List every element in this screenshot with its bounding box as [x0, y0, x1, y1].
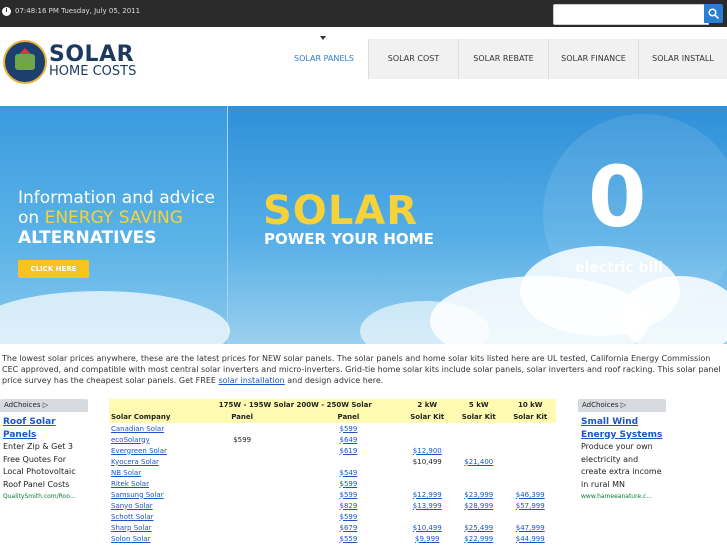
ad-right: AdChoices ▷ Small Wind Energy Systems Pr…: [578, 399, 666, 545]
adchoices-label[interactable]: AdChoices ▷: [0, 399, 88, 412]
price-link[interactable]: $599: [339, 491, 357, 499]
main-nav: SOLAR PANELS SOLAR COST SOLAR REBATE SOL…: [280, 36, 727, 79]
ad-url[interactable]: www.hameeanature.c...: [581, 491, 663, 504]
banner-line1: Information and advice: [18, 188, 215, 208]
price-link[interactable]: $599: [339, 425, 357, 433]
price-link[interactable]: $549: [339, 469, 357, 477]
intro-paragraph: The lowest solar prices anywhere, these …: [2, 354, 721, 385]
company-link[interactable]: Sanyo Solar: [111, 502, 153, 510]
price-value: $599: [233, 435, 252, 444]
clock-icon: [2, 7, 11, 16]
search-input[interactable]: [553, 4, 709, 25]
search-icon: [708, 8, 719, 19]
price-link[interactable]: $13,999: [413, 502, 442, 510]
table-row: NB Solar $549: [109, 467, 556, 478]
table-row: ecoSolargy $599 $649: [109, 434, 556, 445]
company-link[interactable]: Sharp Solar: [111, 524, 152, 532]
price-link[interactable]: $619: [339, 447, 357, 455]
cloud-shape: [360, 301, 490, 361]
ad-left: AdChoices ▷ Roof Solar Panels Enter Zip …: [0, 399, 88, 545]
logo-subtitle[interactable]: HOME COSTS: [49, 64, 136, 79]
company-link[interactable]: Ritek Solar: [111, 480, 149, 488]
company-link[interactable]: Canadian Solar: [111, 425, 164, 433]
table-row: Sanyo Solar $829 $13,999 $28,999 $57,999: [109, 500, 556, 511]
table-sub-header: Solar Company Panel Panel Solar Kit Sola…: [109, 411, 556, 423]
banner-solar-title: SOLAR: [263, 188, 419, 234]
price-link[interactable]: $559: [339, 535, 357, 543]
table-row: Canadian Solar $599: [109, 423, 556, 434]
price-link[interactable]: $829: [339, 502, 357, 510]
adchoices-label[interactable]: AdChoices ▷: [578, 399, 666, 412]
search-button[interactable]: [704, 4, 723, 23]
price-link[interactable]: $599: [339, 480, 357, 488]
company-link[interactable]: Solon Solar: [111, 535, 150, 543]
nav-solar-install[interactable]: SOLAR INSTALL: [638, 39, 727, 79]
ad-text: Enter Zip & Get 3 Free Quotes For Local …: [3, 442, 76, 489]
banner-line2: on ENERGY SAVING: [18, 208, 183, 228]
company-link[interactable]: ecoSolargy: [111, 436, 150, 444]
price-link[interactable]: $679: [339, 524, 357, 532]
company-link[interactable]: Evergreen Solar: [111, 447, 167, 455]
datetime-text: 07:48:16 PM Tuesday, July 05, 2011: [15, 7, 141, 15]
price-link[interactable]: $599: [339, 513, 357, 521]
price-link[interactable]: $12,999: [413, 491, 442, 499]
price-link[interactable]: $46,399: [516, 491, 545, 499]
company-link[interactable]: Samsung Solar: [111, 491, 164, 499]
price-link[interactable]: $28,999: [464, 502, 493, 510]
ad-title-link[interactable]: Small Wind Energy Systems: [581, 416, 663, 441]
nav-solar-cost[interactable]: SOLAR COST: [368, 39, 458, 79]
nav-solar-rebate[interactable]: SOLAR REBATE: [458, 39, 548, 79]
solar-installation-link[interactable]: solar installation: [219, 376, 285, 385]
price-link[interactable]: $25,499: [464, 524, 493, 532]
company-link[interactable]: Kyocera Solar: [111, 458, 159, 466]
price-link[interactable]: $23,999: [464, 491, 493, 499]
company-link[interactable]: Schott Solar: [111, 513, 154, 521]
nav-solar-finance[interactable]: SOLAR FINANCE: [548, 39, 638, 79]
price-link[interactable]: $47,999: [516, 524, 545, 532]
top-bar: 07:48:16 PM Tuesday, July 05, 2011: [0, 0, 727, 27]
price-value: $10,499: [412, 457, 442, 466]
nav-arrow-icon: [320, 36, 326, 40]
price-link[interactable]: $649: [339, 436, 357, 444]
table-row: Ritek Solar $599: [109, 478, 556, 489]
ad-url[interactable]: QualitySmith.com/Roo...: [3, 491, 85, 504]
table-row: Solon Solar $559 $9,999 $22,999 $44,999: [109, 533, 556, 544]
price-link[interactable]: $12,900: [413, 447, 442, 455]
table-row: Kyocera Solar $10,499 $21,400: [109, 456, 556, 467]
ad-text: Produce your own electricity and create …: [581, 442, 662, 489]
price-link[interactable]: $21,400: [464, 458, 493, 466]
banner-solar-subtitle: POWER YOUR HOME: [264, 230, 434, 248]
table-group-header: 175W - 195W Solar 200W - 250W Solar 2 kW…: [109, 399, 556, 411]
hero-banner: Information and advice on ENERGY SAVING …: [0, 106, 727, 371]
header: SOLAR HOME COSTS SOLAR PANELS SOLAR COST…: [0, 27, 727, 106]
banner-electric-bill: electric bill: [575, 260, 664, 276]
logo-icon[interactable]: [3, 40, 47, 84]
price-link[interactable]: $10,499: [413, 524, 442, 532]
price-link[interactable]: $44,999: [516, 535, 545, 543]
table-row: Samsung Solar $599 $12,999 $23,999 $46,399: [109, 489, 556, 500]
banner-left-panel: Information and advice on ENERGY SAVING …: [0, 106, 230, 371]
table-row: Sharp Solar $679 $10,499 $25,499 $47,999: [109, 522, 556, 533]
price-link[interactable]: $57,999: [516, 502, 545, 510]
table-row: Schott Solar $599: [109, 511, 556, 522]
banner-line3: ALTERNATIVES: [18, 228, 157, 248]
nav-solar-panels[interactable]: SOLAR PANELS: [280, 36, 368, 79]
ad-title-link[interactable]: Roof Solar Panels: [3, 416, 85, 441]
price-link[interactable]: $9,999: [415, 535, 440, 543]
click-here-button[interactable]: CLICK HERE: [18, 260, 89, 278]
banner-zero: 0: [588, 148, 647, 246]
company-link[interactable]: NB Solar: [111, 469, 141, 477]
table-row: Evergreen Solar $619 $12,900: [109, 445, 556, 456]
price-table: 175W - 195W Solar 200W - 250W Solar 2 kW…: [109, 399, 556, 544]
price-link[interactable]: $22,999: [464, 535, 493, 543]
